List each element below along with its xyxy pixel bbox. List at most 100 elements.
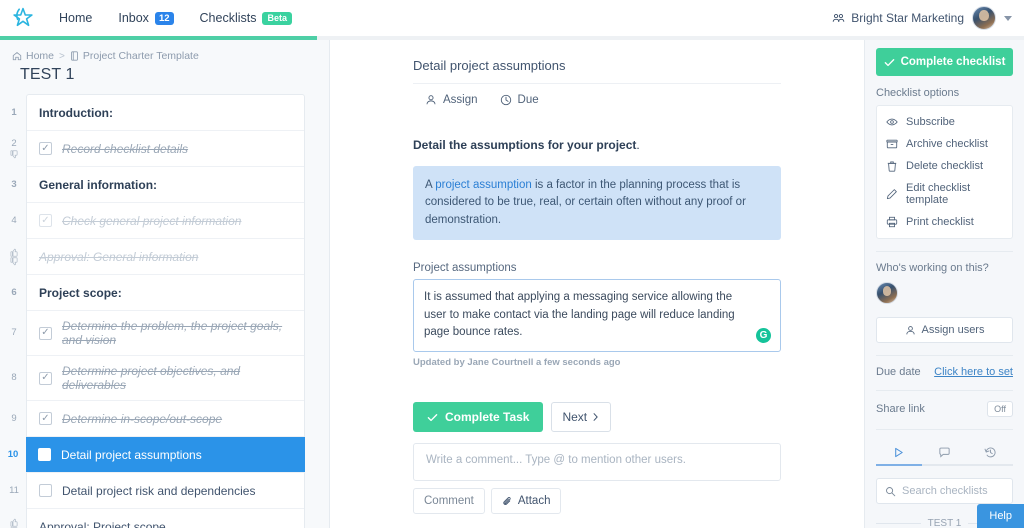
tab-activity[interactable] <box>876 440 922 466</box>
checkbox-checked[interactable]: ✓ <box>39 371 52 385</box>
nav-inbox[interactable]: Inbox 12 <box>105 0 186 36</box>
nav-home-label: Home <box>59 11 93 25</box>
grammarly-icon[interactable]: G <box>756 328 771 344</box>
thumbs-down-icon[interactable] <box>10 256 19 266</box>
assigned-user-avatar[interactable] <box>876 282 898 304</box>
checklist-item-label: Determine the problem, the project goals… <box>62 319 283 347</box>
due-button[interactable]: Due <box>500 94 539 106</box>
next-task-button[interactable]: Next <box>551 402 612 433</box>
comment-buttons: Comment Attach <box>413 488 781 514</box>
checklist-item-detail-project-risk-dependencies[interactable]: 11 Detail project risk and dependencies <box>9 473 304 509</box>
checklist-item-approval-general-information[interactable]: Approval: General information <box>10 239 304 275</box>
assign-button[interactable]: Assign <box>425 94 478 106</box>
info-prefix: A <box>425 179 436 191</box>
checkbox-checked[interactable]: ✓ <box>39 142 52 155</box>
checklist-sidebar: Home > Project Charter Template TEST 1 1… <box>0 40 330 528</box>
share-link-label: Share link <box>876 403 925 415</box>
nav-checklists-label: Checklists <box>199 11 257 25</box>
primary-nav-links: Home Inbox 12 Checklists Beta <box>46 0 305 36</box>
help-button[interactable]: Help <box>977 504 1024 528</box>
checklist-item-label: Project scope: <box>39 285 122 300</box>
top-navigation-bar: Home Inbox 12 Checklists Beta Bright Sta… <box>0 0 1024 36</box>
star-logo-icon[interactable] <box>10 5 36 31</box>
checkbox-checked[interactable]: ✓ <box>39 326 52 340</box>
paperclip-icon <box>502 496 513 507</box>
user-avatar[interactable] <box>972 6 996 30</box>
checklist-item-label: Determine in-scope/out-scope <box>62 411 223 426</box>
checklist-item-approval-project-scope[interactable]: Approval: Project scope <box>10 509 304 528</box>
checklist-item-determine-objectives-deliverables[interactable]: 8 ✓ Determine project objectives, and de… <box>11 356 304 401</box>
comment-input[interactable]: Write a comment... Type @ to mention oth… <box>413 443 781 481</box>
option-print-checklist[interactable]: Print checklist <box>877 211 1012 233</box>
home-icon <box>12 51 22 61</box>
task-detail-content: Detail project assumptions Assign Due De… <box>413 40 781 433</box>
thumbs-down-icon[interactable] <box>10 150 19 159</box>
checklist-item-label: Detail project risk and dependencies <box>62 483 256 498</box>
search-checklists-input[interactable]: Search checklists <box>876 478 1013 504</box>
project-assumptions-input[interactable]: It is assumed that applying a messaging … <box>413 278 781 353</box>
row-gutter <box>1 509 27 528</box>
breadcrumb-home-label: Home <box>26 50 55 62</box>
tab-comments[interactable] <box>921 440 968 466</box>
clock-icon <box>500 94 512 106</box>
checklist-item-record-checklist-details[interactable]: 2 ✓ Record checklist details <box>10 131 304 167</box>
organization-switcher[interactable]: Bright Star Marketing <box>832 11 964 25</box>
project-assumption-link[interactable]: project assumption <box>435 179 532 191</box>
beta-badge: Beta <box>262 11 292 25</box>
tab-history[interactable] <box>967 440 1014 466</box>
nav-home[interactable]: Home <box>46 0 105 36</box>
assign-users-button[interactable]: Assign users <box>876 317 1013 343</box>
trash-icon <box>886 160 898 172</box>
checklist-header-project-scope[interactable]: 6 Project scope: <box>11 275 304 311</box>
checkbox-unchecked[interactable] <box>38 448 51 461</box>
form-heading-period: . <box>636 138 640 152</box>
checkbox-checked[interactable]: ✓ <box>39 214 52 227</box>
row-number: 9 <box>11 412 17 424</box>
thumbs-up-icon[interactable] <box>10 248 19 257</box>
option-edit-checklist-template[interactable]: Edit checklist template <box>877 177 1012 211</box>
thumbs-up-icon[interactable] <box>10 518 19 527</box>
check-icon <box>427 412 438 423</box>
form-heading: Detail the assumptions for your project. <box>413 138 781 152</box>
inbox-count-badge: 12 <box>154 11 174 25</box>
checklist-item-label: Approval: General information <box>39 249 199 264</box>
checklist-header-introduction[interactable]: 1 Introduction: <box>11 95 304 131</box>
task-title: Detail project assumptions <box>413 58 781 84</box>
collapse-panel-button[interactable] <box>864 48 865 74</box>
due-label: Due <box>517 94 539 106</box>
complete-checklist-button[interactable]: Complete checklist <box>876 48 1013 76</box>
row-number: 1 <box>11 106 17 118</box>
checklist-item-determine-in-scope-out-scope[interactable]: 9 ✓ Determine in-scope/out-scope <box>11 401 304 437</box>
due-date-label: Due date <box>876 366 921 378</box>
divider <box>876 429 1013 430</box>
due-date-set-link[interactable]: Click here to set <box>934 366 1013 378</box>
comment-icon <box>938 446 951 459</box>
breadcrumb-template[interactable]: Project Charter Template <box>70 50 199 62</box>
breadcrumb-home[interactable]: Home <box>12 50 54 62</box>
eye-icon <box>886 116 898 128</box>
attach-button[interactable]: Attach <box>490 488 562 514</box>
share-link-toggle[interactable]: Off <box>987 401 1013 417</box>
checklist-item-label: Introduction: <box>39 105 113 120</box>
option-archive-checklist[interactable]: Archive checklist <box>877 133 1012 155</box>
row-gutter <box>1 239 27 274</box>
checkbox-unchecked[interactable] <box>39 484 52 497</box>
history-icon <box>984 446 997 459</box>
comment-submit-button[interactable]: Comment <box>413 488 485 514</box>
info-callout: A project assumption is a factor in the … <box>413 166 781 240</box>
search-icon <box>885 486 896 497</box>
chevron-down-icon[interactable] <box>1004 15 1012 21</box>
divider <box>876 251 1013 252</box>
checklist-item-check-general-project-information[interactable]: 4 ✓ Check general project information <box>11 203 304 239</box>
checklist-item-detail-project-assumptions[interactable]: 10 Detail project assumptions <box>8 437 305 473</box>
checklist-header-general-information[interactable]: 3 General information: <box>11 167 304 203</box>
nav-checklists[interactable]: Checklists Beta <box>187 0 305 36</box>
option-subscribe[interactable]: Subscribe <box>877 111 1012 133</box>
checkbox-checked[interactable]: ✓ <box>39 412 52 425</box>
pencil-icon <box>886 188 898 200</box>
row-gutter: 2 <box>1 131 27 166</box>
complete-task-button[interactable]: Complete Task <box>413 402 544 433</box>
checklist-item-determine-problem-goals-vision[interactable]: 7 ✓ Determine the problem, the project g… <box>11 311 304 356</box>
option-delete-checklist[interactable]: Delete checklist <box>877 155 1012 177</box>
archive-icon <box>886 138 898 150</box>
